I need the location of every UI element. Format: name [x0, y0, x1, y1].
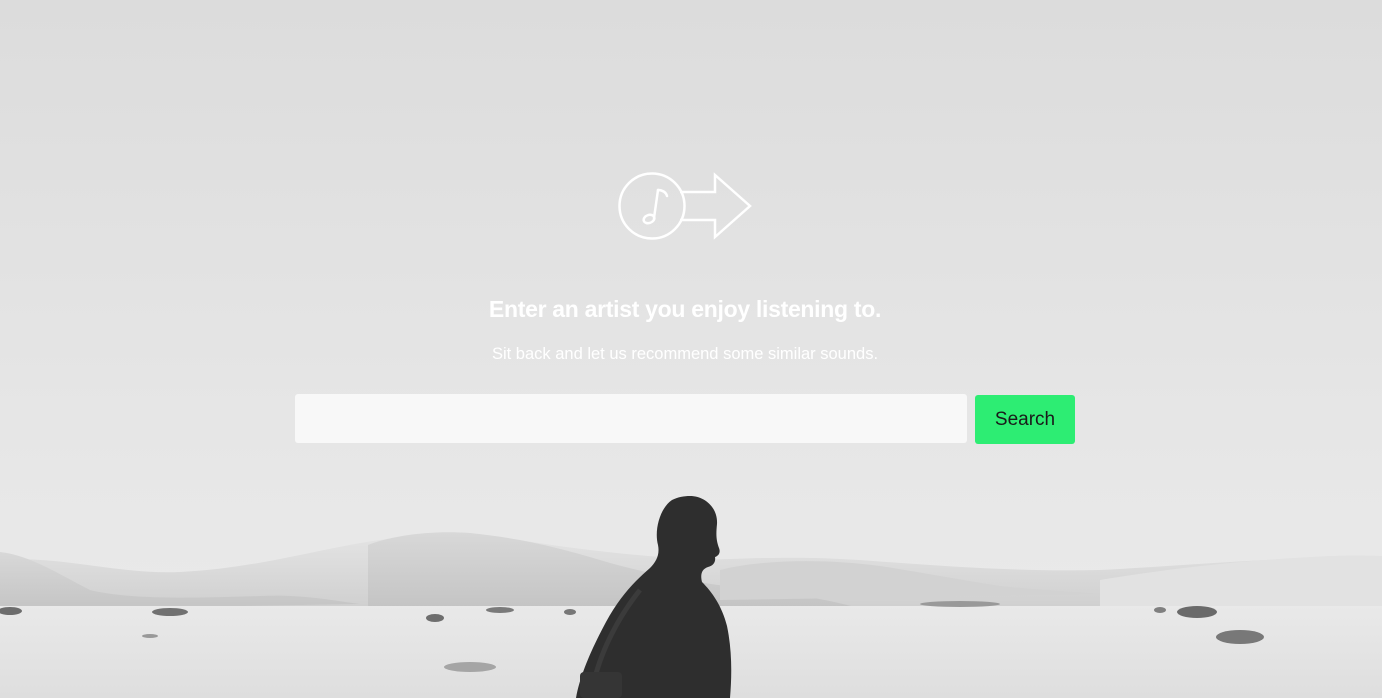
artist-search-input[interactable]: [295, 394, 967, 443]
music-note-arrow-icon: [618, 172, 752, 240]
page-subtitle: Sit back and let us recommend some simil…: [491, 345, 879, 363]
page-title: Enter an artist you enjoy listening to.: [488, 296, 882, 322]
hero-section: Enter an artist you enjoy listening to. …: [0, 0, 1382, 698]
search-button[interactable]: Search: [975, 395, 1075, 444]
